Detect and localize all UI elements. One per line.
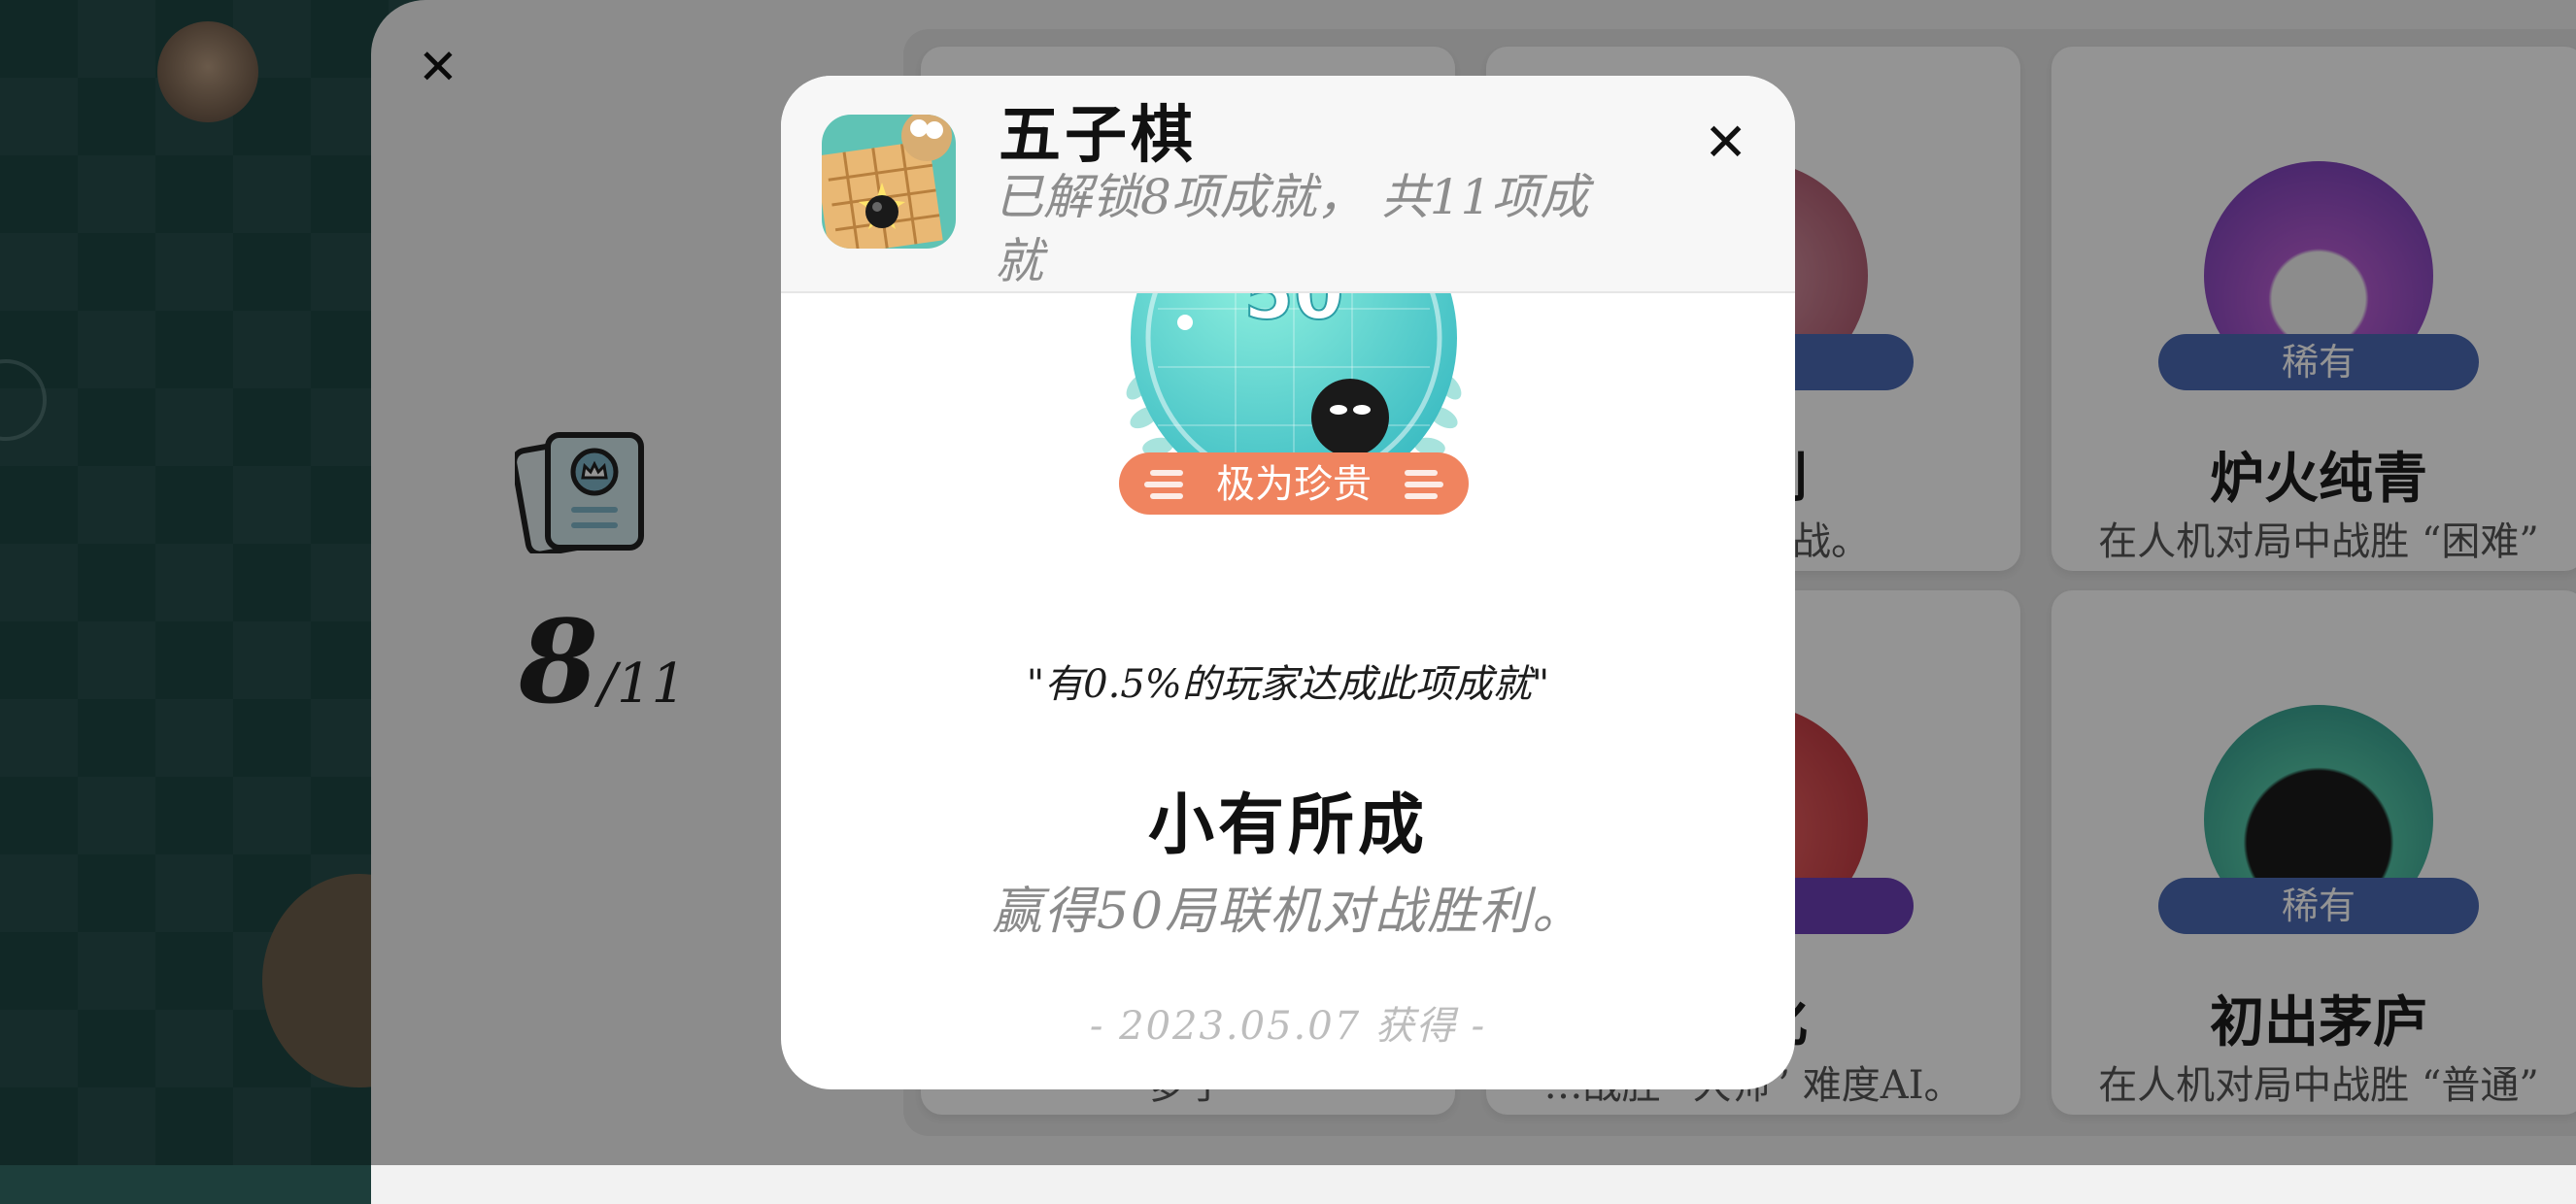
achievement-detail-modal: 五子棋 已解锁8项成就， 共11项成就 ✕ 50 极为珍贵 "有0.5%的玩家达… <box>781 76 1795 1089</box>
achievement-progress-text: 已解锁8项成就， 共11项成就 <box>995 169 1589 289</box>
badge-ribbon-text: 极为珍贵 <box>1216 462 1372 507</box>
gomoku-game-icon <box>822 115 956 249</box>
achievement-name: 小有所成 <box>1147 786 1428 864</box>
modal-header: 五子棋 已解锁8项成就， 共11项成就 ✕ <box>781 76 1795 293</box>
close-icon[interactable]: ✕ <box>1704 117 1747 169</box>
rarity-percent-text: "有0.5%的玩家达成此项成就" <box>1026 662 1550 707</box>
achievement-description: 赢得50局联机对战胜利。 <box>991 883 1585 941</box>
achievement-date: - 2023.05.07 获得 - <box>1089 1004 1487 1049</box>
game-title: 五子棋 <box>999 99 1197 172</box>
